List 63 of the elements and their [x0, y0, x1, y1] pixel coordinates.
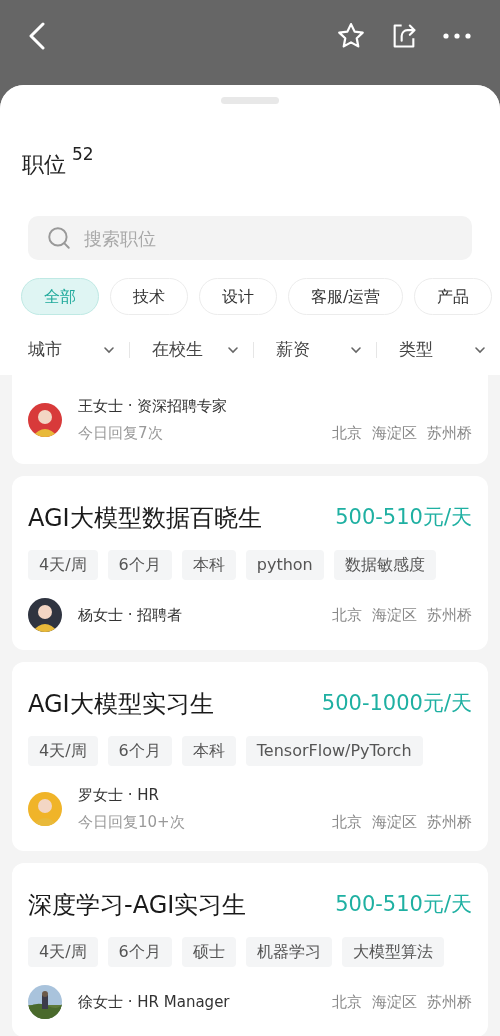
job-count: 52	[72, 143, 94, 166]
location-text: 苏州桥	[427, 604, 472, 626]
location-text: 北京	[332, 422, 362, 444]
chevron-down-icon	[226, 346, 239, 354]
job-card[interactable]: AGI大模型实习生 500-1000元/天 4天/周 6个月 本科 TensorFlow/PyTorch 罗女士 · HR 今日回复10+次 北京 海淀区 苏州桥	[12, 662, 488, 851]
category-chip[interactable]: 技术	[110, 278, 188, 315]
tag: 6个月	[107, 937, 172, 967]
chevron-down-icon	[102, 346, 115, 354]
filter-dropdown[interactable]: 类型	[377, 337, 500, 363]
location-text: 苏州桥	[427, 991, 472, 1013]
category-chip[interactable]: 客服/运营	[288, 278, 404, 315]
section-title: 职位	[22, 151, 66, 179]
recruiter-name: 杨女士 · 招聘者	[78, 604, 183, 626]
avatar	[28, 791, 62, 826]
location-text: 海淀区	[372, 604, 417, 626]
location-text: 苏州桥	[427, 811, 472, 833]
back-icon[interactable]	[28, 21, 46, 50]
job-title: AGI大模型数据百晓生	[28, 503, 262, 534]
tag: python	[245, 550, 324, 580]
tag: 本科	[181, 550, 236, 580]
job-card[interactable]: 深度学习-AGI实习生 500-510元/天 4天/周 6个月 硕士 机器学习 大模型算法 徐女士 · HR Manager 北京 海淀区 苏州桥	[12, 863, 488, 1036]
tag: 6个月	[107, 550, 172, 580]
avatar	[28, 598, 62, 632]
tag: 大模型算法	[341, 937, 444, 967]
recruiter-name: 徐女士 · HR Manager	[78, 991, 230, 1013]
tag: 本科	[181, 736, 236, 766]
tag: 4天/周	[28, 550, 98, 580]
avatar	[28, 402, 62, 437]
salary: 500-1000元/天	[321, 690, 472, 718]
location-text: 北京	[332, 604, 362, 626]
salary: 500-510元/天	[335, 504, 472, 532]
tag: 机器学习	[245, 937, 332, 967]
category-chip[interactable]: 产品	[414, 278, 493, 315]
tag: 4天/周	[28, 736, 98, 766]
tag: 6个月	[107, 736, 172, 766]
job-card[interactable]: 王女士 · 资深招聘专家 今日回复7次 北京 海淀区 苏州桥	[12, 375, 488, 464]
chevron-down-icon	[350, 346, 363, 354]
filter-dropdown[interactable]: 在校生	[129, 337, 253, 363]
category-chip[interactable]: 设计	[199, 278, 277, 315]
salary: 500-510元/天	[335, 891, 472, 919]
location-text: 北京	[332, 991, 362, 1013]
location-text: 海淀区	[372, 991, 417, 1013]
tag: 硕士	[181, 937, 236, 967]
tag: 4天/周	[28, 937, 98, 967]
tag: TensorFlow/PyTorch	[245, 736, 423, 766]
filter-dropdown[interactable]: 城市	[0, 337, 129, 363]
search-field[interactable]: 搜索职位	[28, 216, 472, 260]
search-icon	[46, 225, 72, 251]
location-text: 海淀区	[372, 811, 417, 833]
location-text: 苏州桥	[427, 422, 472, 444]
recruiter-name: 王女士 · 资深招聘专家	[78, 396, 228, 417]
recruiter-name: 罗女士 · HR	[78, 785, 159, 806]
job-title: AGI大模型实习生	[28, 689, 214, 720]
chevron-down-icon	[474, 346, 486, 354]
filter-dropdown[interactable]: 薪资	[253, 337, 377, 363]
more-icon[interactable]	[442, 31, 472, 40]
location-text: 北京	[332, 811, 362, 833]
location-text: 海淀区	[372, 422, 417, 444]
job-card[interactable]: AGI大模型数据百晓生 500-510元/天 4天/周 6个月 本科 python 数据敏感度 杨女士 · 招聘者 北京 海淀区 苏州桥	[12, 476, 488, 650]
tag: 数据敏感度	[333, 550, 436, 580]
reply-rate: 今日回复7次	[78, 422, 163, 444]
job-title: 深度学习-AGI实习生	[28, 890, 247, 921]
reply-rate: 今日回复10+次	[78, 811, 185, 833]
